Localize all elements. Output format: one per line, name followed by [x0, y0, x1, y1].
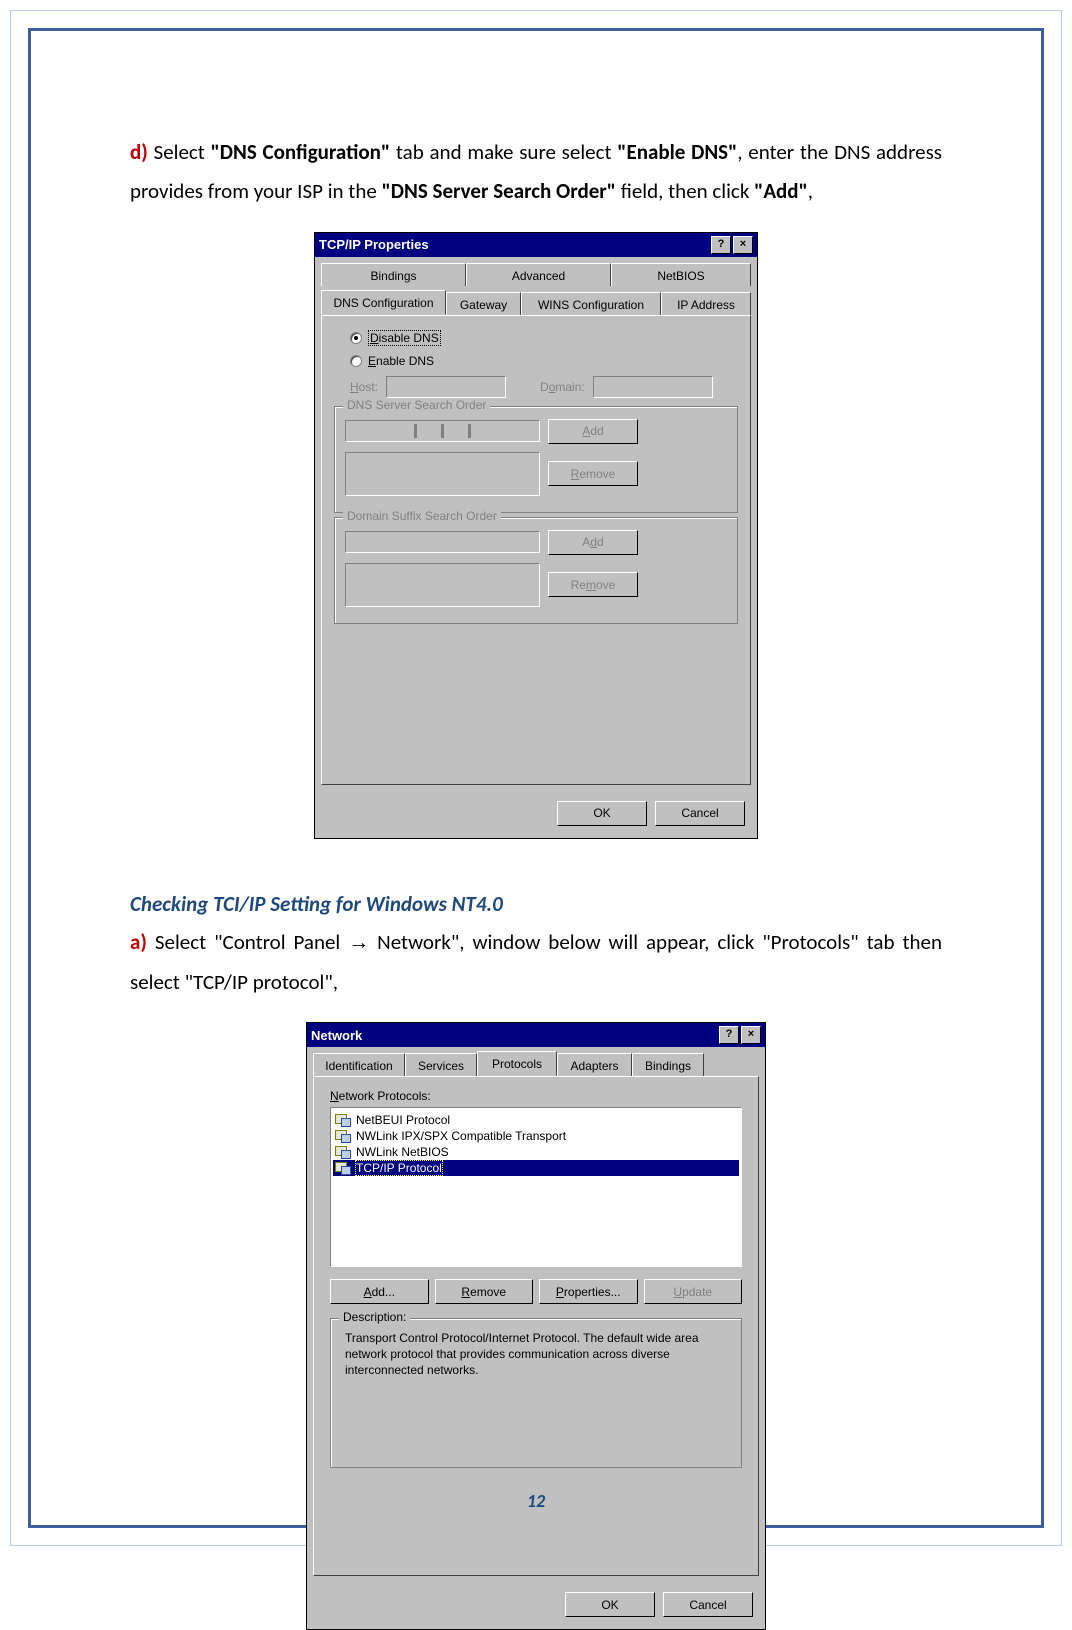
help-button[interactable]: ? [711, 236, 731, 254]
description-text: Transport Control Protocol/Internet Prot… [341, 1329, 731, 1380]
update-button[interactable]: Update [644, 1279, 743, 1304]
host-input[interactable] [386, 376, 506, 398]
tab-identification[interactable]: Identification [313, 1053, 405, 1076]
tab-dns-configuration[interactable]: DNS Configuration [321, 290, 446, 315]
tab-panel: Disable DNS Enable DNS Host: Domain: DNS… [321, 315, 751, 785]
radio-enable-dns[interactable]: Enable DNS [350, 354, 750, 368]
domain-label: Domain: [540, 380, 585, 394]
titlebar: Network ? × [307, 1023, 765, 1047]
titlebar: TCP/IP Properties ? × [315, 233, 757, 257]
tcpip-properties-dialog: TCP/IP Properties ? × Bindings Advanced … [314, 232, 758, 839]
description-group: Description: Transport Control Protocol/… [330, 1318, 742, 1468]
suffix-add-button[interactable]: Add [548, 530, 638, 555]
tab-bindings[interactable]: Bindings [632, 1053, 704, 1076]
step-d-paragraph: d) Select "DNS Configuration" tab and ma… [130, 133, 942, 211]
dns-server-search-order-group: DNS Server Search Order Add Remove [334, 406, 738, 513]
page-content: d) Select "DNS Configuration" tab and ma… [130, 112, 942, 1630]
ok-button[interactable]: OK [565, 1592, 655, 1617]
protocol-icon [335, 1161, 351, 1175]
section-title: Checking TCI/IP Setting for Windows NT4.… [130, 891, 942, 917]
add-button[interactable]: Add... [330, 1279, 429, 1304]
step-a-prefix: a) [130, 929, 147, 955]
dialog-title: Network [311, 1028, 362, 1043]
suffix-list[interactable] [345, 563, 540, 607]
close-button[interactable]: × [733, 236, 753, 254]
protocols-listbox[interactable]: NetBEUI Protocol NWLink IPX/SPX Compatib… [330, 1107, 742, 1267]
list-item[interactable]: NetBEUI Protocol [333, 1112, 739, 1128]
list-item[interactable]: NWLink IPX/SPX Compatible Transport [333, 1128, 739, 1144]
tab-advanced[interactable]: Advanced [466, 263, 611, 286]
tab-services[interactable]: Services [405, 1053, 477, 1076]
ok-button[interactable]: OK [557, 801, 647, 826]
protocols-label: Network Protocols: [330, 1089, 742, 1103]
tab-row: Identification Services Protocols Adapte… [313, 1051, 759, 1076]
tab-bindings[interactable]: Bindings [321, 263, 466, 286]
tab-row-front: DNS Configuration Gateway WINS Configura… [321, 290, 751, 315]
cancel-button[interactable]: Cancel [663, 1592, 753, 1617]
suffix-remove-button[interactable]: Remove [548, 572, 638, 597]
dns-ip-input[interactable] [345, 420, 540, 442]
tab-protocols[interactable]: Protocols [477, 1051, 557, 1076]
close-button[interactable]: × [741, 1026, 761, 1044]
arrow-icon: → [348, 931, 369, 954]
tab-netbios[interactable]: NetBIOS [611, 263, 751, 286]
properties-button[interactable]: Properties... [539, 1279, 638, 1304]
remove-button[interactable]: Remove [435, 1279, 534, 1304]
radio-disable-dns[interactable]: Disable DNS [350, 330, 750, 346]
suffix-input[interactable] [345, 531, 540, 553]
domain-input[interactable] [593, 376, 713, 398]
tab-gateway[interactable]: Gateway [446, 292, 521, 315]
help-button[interactable]: ? [719, 1026, 739, 1044]
host-label: Host: [350, 380, 378, 394]
radio-dot-icon [350, 355, 362, 367]
radio-dot-icon [350, 332, 362, 344]
dialog-title: TCP/IP Properties [319, 237, 429, 252]
tab-row-back: Bindings Advanced NetBIOS [321, 261, 751, 286]
page-number: 12 [0, 1490, 1072, 1512]
step-a-paragraph: a) Select "Control Panel → Network", win… [130, 923, 942, 1002]
dns-list[interactable] [345, 452, 540, 496]
tab-ip-address[interactable]: IP Address [661, 292, 751, 315]
list-item-selected[interactable]: TCP/IP Protocol [333, 1160, 739, 1176]
group-title: Domain Suffix Search Order [343, 509, 501, 523]
network-dialog: Network ? × Identification Services Prot… [306, 1022, 766, 1630]
group-title: DNS Server Search Order [343, 398, 490, 412]
protocol-icon [335, 1129, 351, 1143]
domain-suffix-search-order-group: Domain Suffix Search Order Add Remove [334, 517, 738, 624]
dns-add-button[interactable]: Add [548, 419, 638, 444]
description-label: Description: [339, 1310, 410, 1324]
protocol-icon [335, 1113, 351, 1127]
tab-adapters[interactable]: Adapters [557, 1053, 632, 1076]
step-d-prefix: d) [130, 139, 148, 165]
list-item[interactable]: NWLink NetBIOS [333, 1144, 739, 1160]
protocol-icon [335, 1145, 351, 1159]
tab-wins-configuration[interactable]: WINS Configuration [521, 292, 661, 315]
cancel-button[interactable]: Cancel [655, 801, 745, 826]
dns-remove-button[interactable]: Remove [548, 461, 638, 486]
